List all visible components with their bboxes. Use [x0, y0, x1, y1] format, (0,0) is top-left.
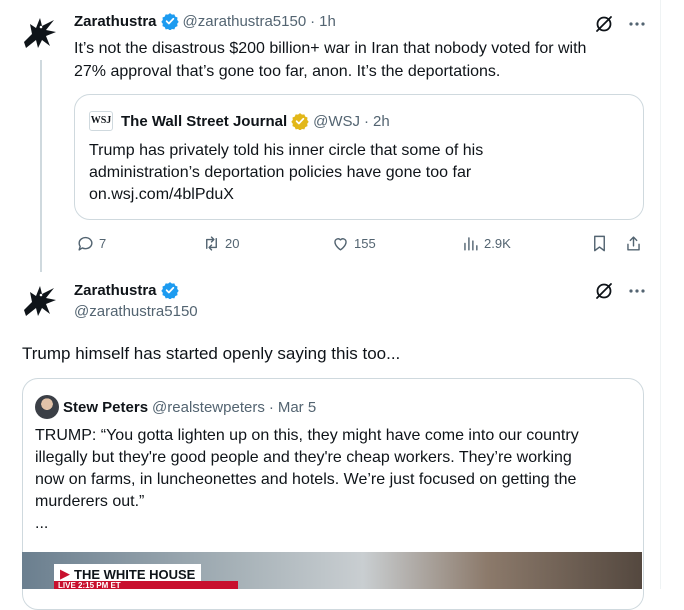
quoted-text-line: illegally but they're good people and th…: [35, 449, 572, 466]
timestamp[interactable]: 1h: [319, 13, 336, 30]
quoted-text-line: now on farms, in luncheonettes and hotel…: [35, 471, 577, 488]
tweet-header: Zarathustra: [74, 281, 179, 300]
quoted-tweet-header: Stew Peters @realstewpeters · Mar 5: [35, 395, 316, 419]
quoted-author-name: The Wall Street Journal: [121, 112, 288, 130]
author-handle[interactable]: @zarathustra5150: [183, 13, 307, 30]
quoted-tweet-text: TRUMP: “You gotta lighten up on this, th…: [35, 425, 579, 535]
tweet-header: Zarathustra @zarathustra5150 · 1h: [74, 12, 336, 31]
grok-icon[interactable]: [594, 14, 614, 39]
like-button[interactable]: 155: [331, 234, 376, 253]
like-icon: [334, 238, 347, 251]
views-icon: [464, 237, 478, 251]
quoted-tweet-header: WSJ The Wall Street Journal @WSJ · 2h: [89, 111, 390, 131]
raven-avatar-icon: [24, 18, 56, 48]
tweet-text: Trump himself has started openly saying …: [22, 344, 401, 363]
wsj-logo-icon: WSJ: [89, 111, 113, 131]
reply-button[interactable]: 7: [76, 234, 106, 253]
quoted-timestamp: 2h: [373, 112, 390, 130]
bookmark-button[interactable]: [590, 234, 609, 253]
author-name[interactable]: Zarathustra: [74, 13, 157, 30]
separator: ·: [310, 12, 316, 30]
tweet-text: It’s not the disastrous $200 billion+ wa…: [74, 37, 586, 83]
raven-avatar-icon: [24, 286, 56, 316]
live-bar: LIVE 2:15 PM ET: [54, 581, 238, 589]
reply-icon: [78, 236, 93, 251]
share-icon: [627, 236, 640, 251]
bookmark-icon: [594, 235, 605, 252]
quoted-tweet-text: Trump has privately told his inner circl…: [89, 140, 483, 206]
play-triangle-icon: ▶: [60, 566, 70, 581]
column-border: [660, 0, 661, 589]
quoted-author-name: Stew Peters: [63, 398, 149, 416]
quoted-text-line: TRUMP: “You gotta lighten up on this, th…: [35, 427, 579, 444]
quoted-author-handle: @WSJ: [313, 112, 361, 130]
separator: ·: [268, 398, 274, 416]
news-banner-text: THE WHITE HOUSE: [74, 566, 196, 582]
quoted-author-handle: @realstewpeters: [152, 398, 265, 416]
avatar: [35, 395, 59, 419]
quoted-media-video[interactable]: ▶ THE WHITE HOUSE LIVE 2:15 PM ET: [22, 552, 642, 589]
quoted-text-line: administration’s deportation policies ha…: [89, 164, 472, 181]
tweet-text-line: 27% approval that’s gone too far, anon. …: [74, 63, 501, 80]
quoted-timestamp: Mar 5: [277, 398, 317, 416]
reply-count: 7: [99, 236, 107, 251]
author-handle[interactable]: @zarathustra5150: [74, 303, 198, 320]
share-button[interactable]: [624, 234, 643, 253]
retweet-count: 20: [225, 236, 240, 251]
like-count: 155: [354, 236, 376, 251]
author-name[interactable]: Zarathustra: [74, 282, 157, 299]
retweet-button[interactable]: 20: [202, 234, 239, 253]
more-icon[interactable]: [628, 15, 646, 38]
quoted-link[interactable]: on.wsj.com/4blPduX: [89, 184, 483, 206]
verified-badge-icon: [160, 281, 179, 300]
views-count: 2.9K: [484, 236, 511, 251]
retweet-icon: [206, 236, 217, 251]
quoted-text-ellipsis: ...: [35, 515, 49, 532]
tweet-header-actions: [594, 14, 646, 39]
verified-badge-icon: [160, 12, 179, 31]
quoted-text-line: murderers out.”: [35, 493, 145, 510]
grok-icon[interactable]: [594, 281, 614, 306]
tweet-text-line: It’s not the disastrous $200 billion+ wa…: [74, 40, 587, 57]
more-icon[interactable]: [628, 282, 646, 305]
separator: ·: [364, 112, 370, 130]
tweet-header-actions: [594, 281, 646, 306]
verified-badge-gold-icon: [291, 112, 309, 131]
avatar[interactable]: [20, 12, 60, 52]
views-button[interactable]: 2.9K: [461, 234, 511, 253]
author-handle-row: @zarathustra5150: [74, 303, 198, 320]
thread-connector: [40, 60, 42, 272]
avatar[interactable]: [20, 280, 60, 320]
quoted-text-line: Trump has privately told his inner circl…: [89, 142, 484, 159]
quoted-tweet-card[interactable]: WSJ The Wall Street Journal @WSJ · 2h Tr…: [74, 94, 644, 220]
